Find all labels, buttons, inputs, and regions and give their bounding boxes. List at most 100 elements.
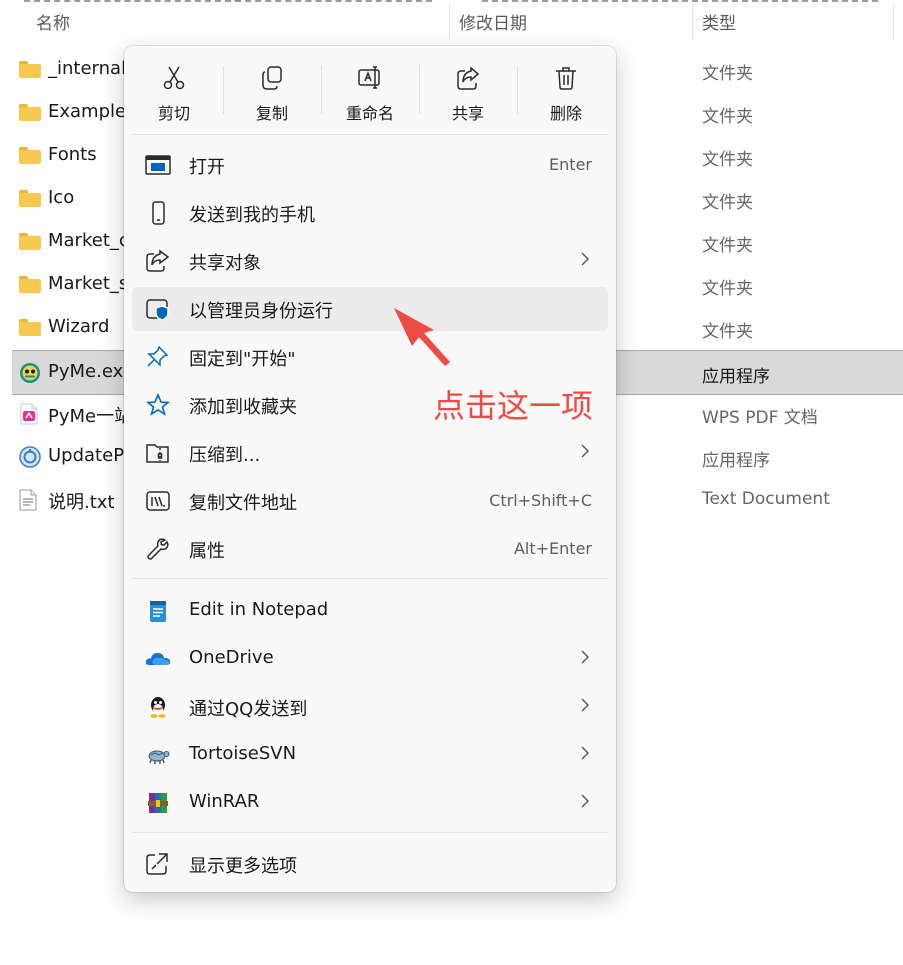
file-type: 文件夹 [702, 64, 753, 84]
chevron-right-icon [580, 649, 590, 669]
file-name: Market_c [48, 230, 129, 251]
menu-item-label: Edit in Notepad [189, 599, 329, 620]
menu-item-label: 通过QQ发送到 [189, 699, 308, 720]
rename-button[interactable]: 重命名 [322, 58, 418, 128]
file-type: 文件夹 [702, 150, 753, 170]
menu-item-share-with[interactable]: 共享对象 [132, 239, 608, 283]
chevron-right-icon [580, 697, 590, 717]
folder-icon [19, 274, 41, 294]
onedrive-icon [145, 647, 171, 671]
folder-icon [19, 188, 41, 208]
column-name-header[interactable]: 名称 [36, 9, 70, 34]
file-type: Text Document [702, 489, 830, 509]
menu-item-tortoisesvn[interactable]: TortoiseSVN [132, 733, 608, 777]
menu-item-compress-to[interactable]: 压缩到... [132, 431, 608, 475]
file-type: WPS PDF 文档 [702, 408, 818, 428]
shortcut-text: Enter [549, 155, 592, 174]
folder-icon [19, 317, 41, 337]
menu-item-open[interactable]: 打开 Enter [132, 143, 608, 187]
file-type: 文件夹 [702, 279, 753, 299]
menu-divider [132, 832, 608, 833]
menu-item-winrar[interactable]: WinRAR [132, 781, 608, 825]
menu-item-label: 共享对象 [189, 253, 261, 274]
qq-icon [145, 695, 171, 719]
copy-button[interactable]: 复制 [224, 58, 320, 128]
column-divider[interactable] [893, 4, 894, 40]
pin-icon [145, 345, 171, 369]
file-type: 应用程序 [702, 367, 770, 387]
pyme-app-icon [19, 362, 41, 383]
share-label: 共享 [451, 104, 484, 123]
scissors-icon [126, 65, 222, 91]
column-divider[interactable] [449, 4, 450, 40]
folder-icon [19, 102, 41, 122]
cut-label: 剪切 [157, 104, 190, 123]
file-name: _internal [48, 58, 127, 79]
menu-item-label: 属性 [189, 541, 225, 562]
shortcut-text: Alt+Enter [513, 539, 592, 558]
pdf-icon [19, 403, 41, 425]
menu-item-send-via-qq[interactable]: 通过QQ发送到 [132, 685, 608, 729]
file-name: Fonts [48, 144, 97, 165]
annotation-text: 点击这一项 [433, 387, 594, 425]
column-header-drag-outline [24, 0, 432, 2]
menu-item-run-as-admin[interactable]: 以管理员身份运行 [132, 287, 608, 331]
menu-item-send-to-phone[interactable]: 发送到我的手机 [132, 191, 608, 235]
file-name: Example [48, 101, 127, 122]
menu-item-pin-to-start[interactable]: 固定到"开始" [132, 335, 608, 379]
folder-icon [19, 231, 41, 251]
menu-item-show-more-options[interactable]: 显示更多选项 [132, 842, 608, 886]
tortoisesvn-icon [145, 743, 171, 767]
menu-item-label: 发送到我的手机 [189, 205, 315, 226]
chevron-right-icon [580, 443, 590, 463]
menu-item-properties[interactable]: 属性 Alt+Enter [132, 527, 608, 571]
folder-icon [19, 59, 41, 79]
menu-item-label: 固定到"开始" [189, 349, 296, 370]
delete-button[interactable]: 删除 [518, 58, 614, 128]
file-type: 文件夹 [702, 193, 753, 213]
context-menu: 剪切 复制 重命名 共享 删除 打开 Enter 发送到我的手机 共享对象 以管… [124, 46, 616, 892]
file-type: 应用程序 [702, 451, 770, 471]
file-name: Wizard [48, 316, 110, 337]
admin-shield-icon [145, 297, 171, 321]
menu-item-label: WinRAR [189, 791, 260, 812]
open-window-icon [145, 153, 171, 177]
sort-caret-icon: ⌃ [232, 0, 243, 10]
menu-item-label: 复制文件地址 [189, 493, 297, 514]
file-name: Ico [48, 187, 75, 208]
text-file-icon [19, 489, 41, 511]
rename-icon [322, 65, 418, 91]
column-modified-header[interactable]: 修改日期 [459, 9, 527, 34]
share-icon [420, 65, 516, 91]
menu-item-edit-in-notepad[interactable]: Edit in Notepad [132, 589, 608, 633]
file-name: PyMe.exe [48, 361, 134, 382]
more-options-icon [145, 852, 171, 876]
menu-item-label: OneDrive [189, 647, 274, 668]
shortcut-text: Ctrl+Shift+C [489, 491, 592, 510]
file-type: 文件夹 [702, 107, 753, 127]
column-header: ⌃ 名称 修改日期 类型 [0, 0, 903, 42]
share-button[interactable]: 共享 [420, 58, 516, 128]
menu-item-label: 以管理员身份运行 [189, 301, 333, 322]
winrar-icon [145, 791, 171, 815]
delete-label: 删除 [549, 104, 582, 123]
file-type: 文件夹 [702, 236, 753, 256]
menu-item-label: 压缩到... [189, 445, 261, 466]
cut-button[interactable]: 剪切 [126, 58, 222, 128]
folder-icon [19, 145, 41, 165]
file-name: 说明.txt [48, 492, 115, 513]
copy-icon [224, 65, 320, 91]
column-divider[interactable] [692, 4, 693, 40]
menu-item-onedrive[interactable]: OneDrive [132, 637, 608, 681]
wrench-icon [145, 537, 171, 561]
menu-divider [132, 578, 608, 579]
column-type-header[interactable]: 类型 [702, 9, 736, 34]
column-header-drag-outline [482, 0, 878, 2]
menu-item-copy-path[interactable]: 复制文件地址 Ctrl+Shift+C [132, 479, 608, 523]
chevron-right-icon [580, 793, 590, 813]
phone-icon [145, 201, 171, 225]
menu-item-label: TortoiseSVN [189, 743, 297, 764]
chevron-right-icon [580, 251, 590, 271]
menu-item-label: 显示更多选项 [189, 856, 297, 877]
zip-icon [145, 441, 171, 465]
